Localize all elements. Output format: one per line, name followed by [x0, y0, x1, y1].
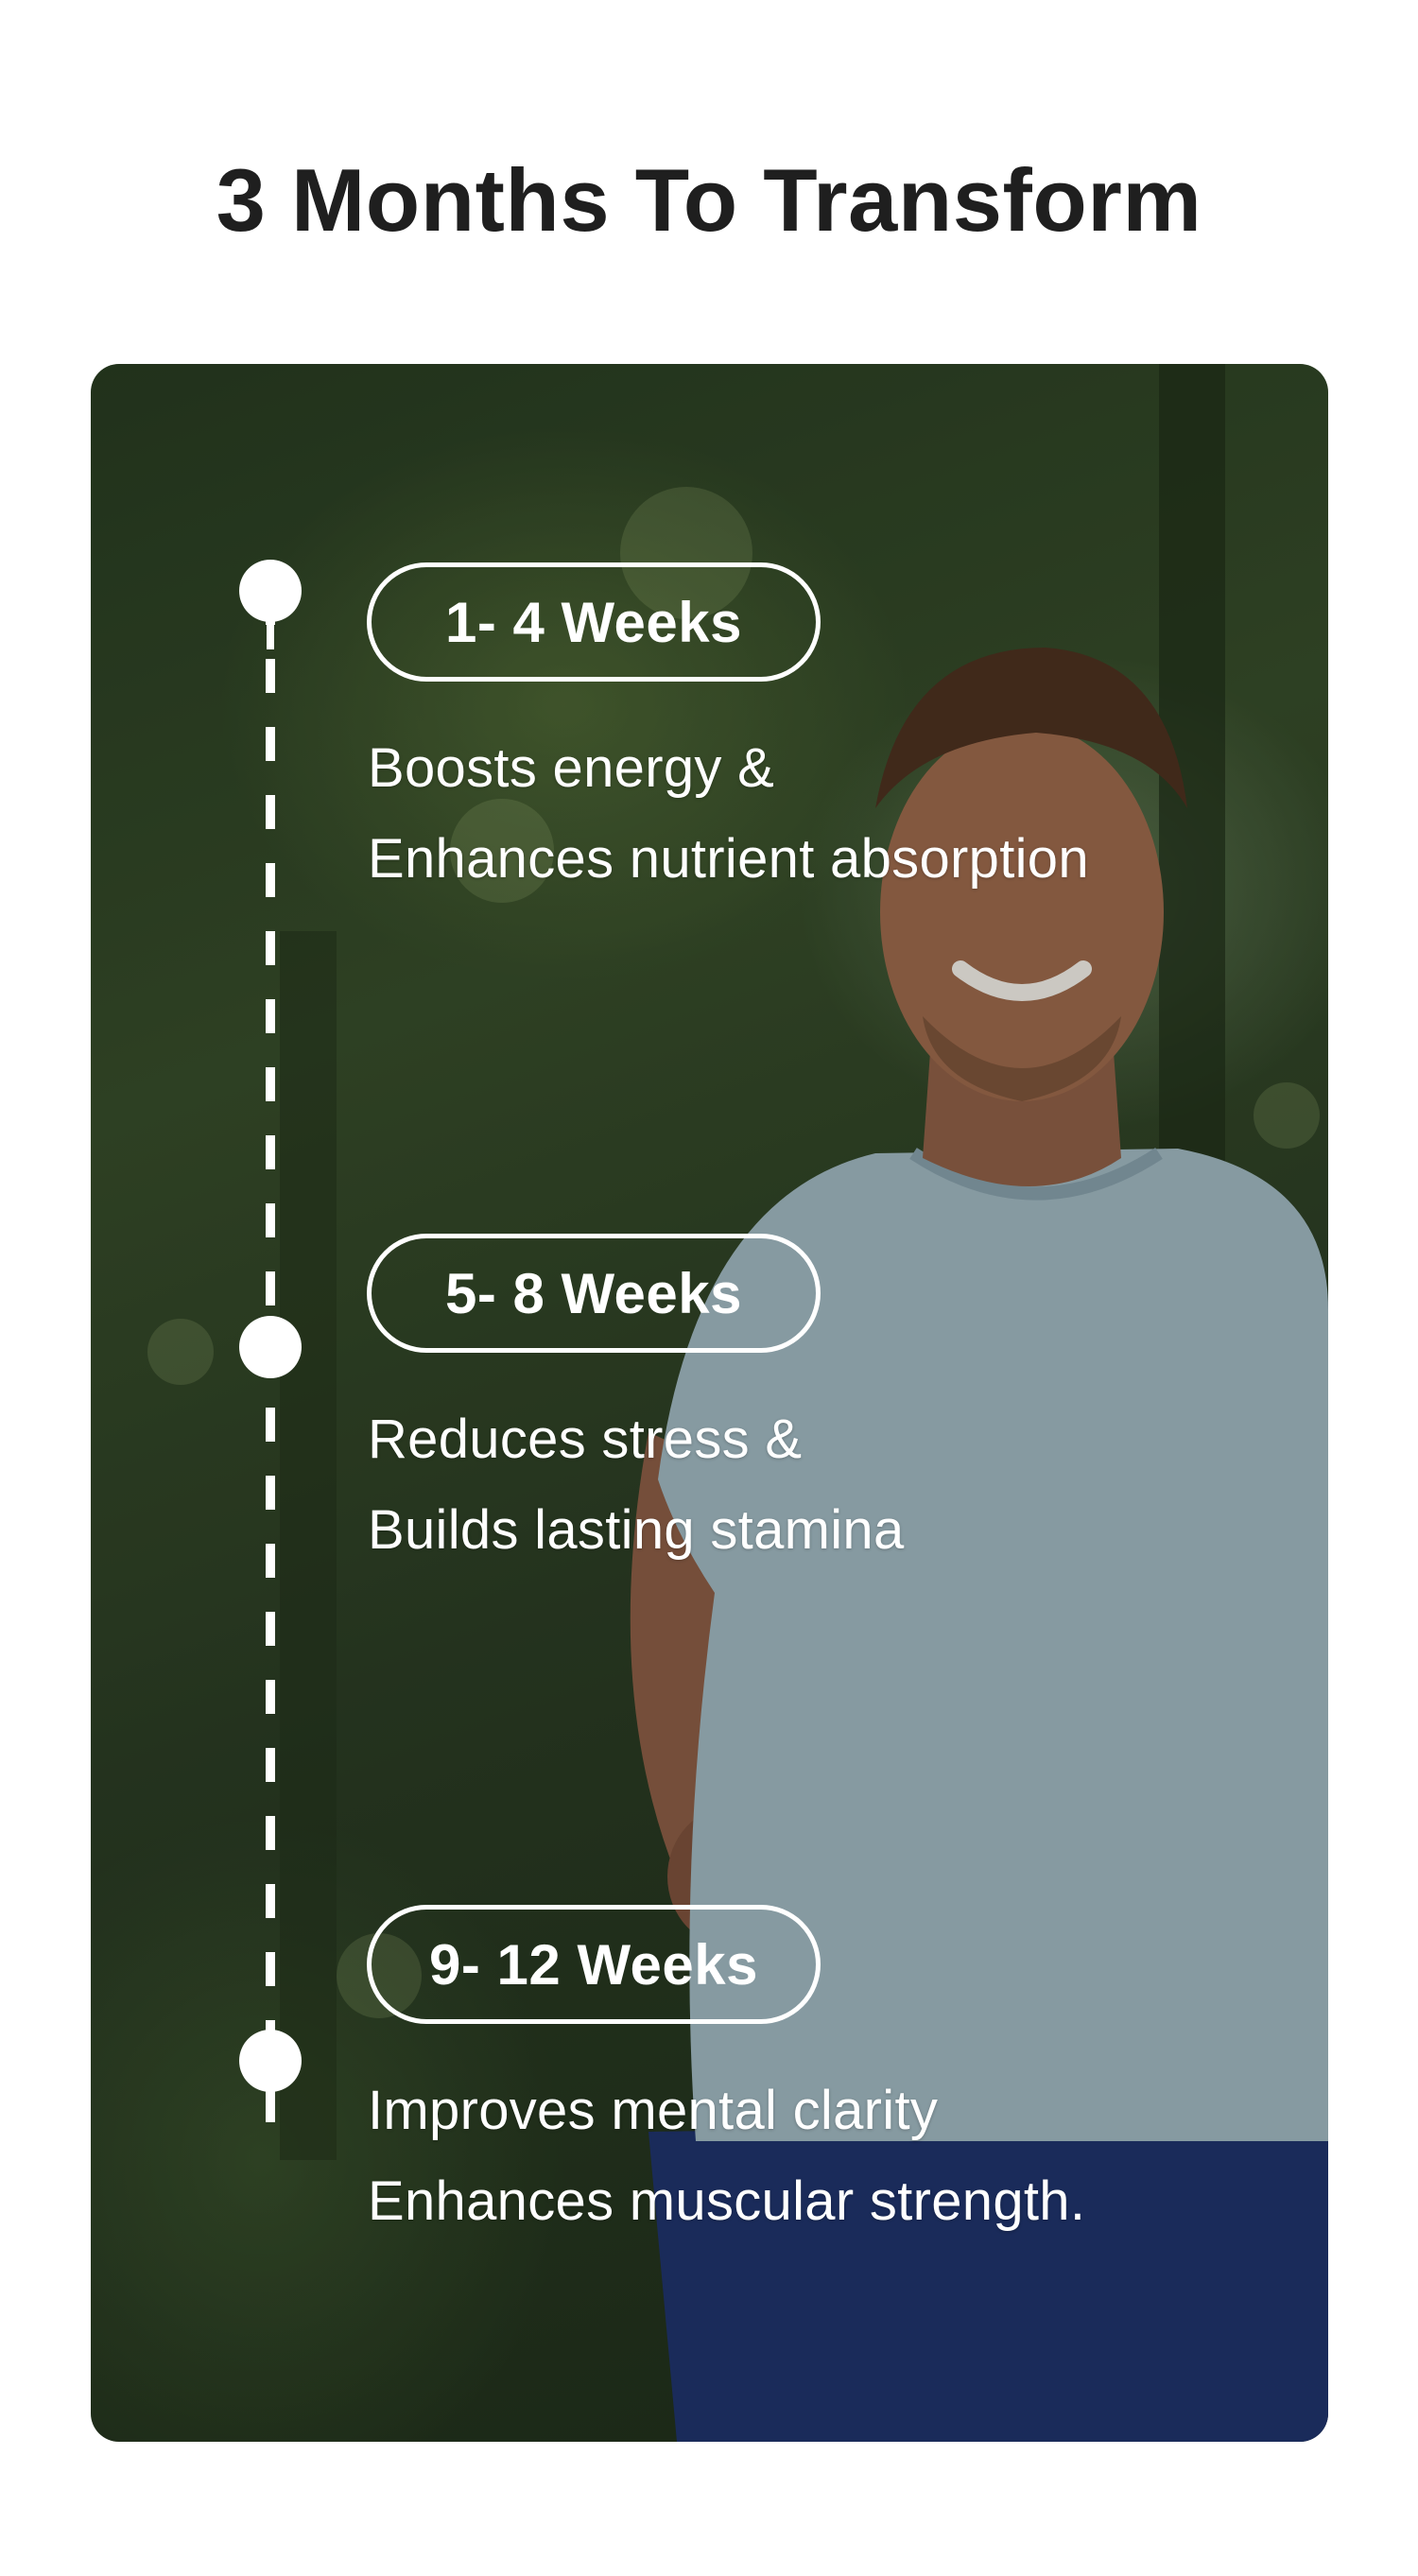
timeline-dot-stem — [267, 612, 274, 649]
stage-benefit-line: Improves mental clarity — [368, 2080, 939, 2141]
stage-description: Reduces stress & Builds lasting stamina — [368, 1394, 1313, 1576]
stage-description: Improves mental clarity Enhances muscula… — [368, 2066, 1313, 2247]
timeline-dot — [239, 1316, 302, 1378]
hero-card: 1- 4 Weeks Boosts energy & Enhances nutr… — [91, 364, 1328, 2442]
page-title: 3 Months To Transform — [216, 150, 1202, 250]
stage-benefit-line: Enhances muscular strength. — [368, 2170, 1086, 2232]
stage-period-badge: 1- 4 Weeks — [367, 562, 821, 682]
stage-benefit-line: Boosts energy & — [368, 737, 775, 799]
stage-benefit-line: Reduces stress & — [368, 1409, 803, 1470]
stage-period-badge: 5- 8 Weeks — [367, 1234, 821, 1353]
stage-period-badge: 9- 12 Weeks — [367, 1905, 821, 2024]
timeline-dot — [239, 2030, 302, 2092]
stage-benefit-line: Builds lasting stamina — [368, 1499, 905, 1561]
stage-benefit-line: Enhances nutrient absorption — [368, 828, 1089, 890]
stage-description: Boosts energy & Enhances nutrient absorp… — [368, 723, 1313, 905]
